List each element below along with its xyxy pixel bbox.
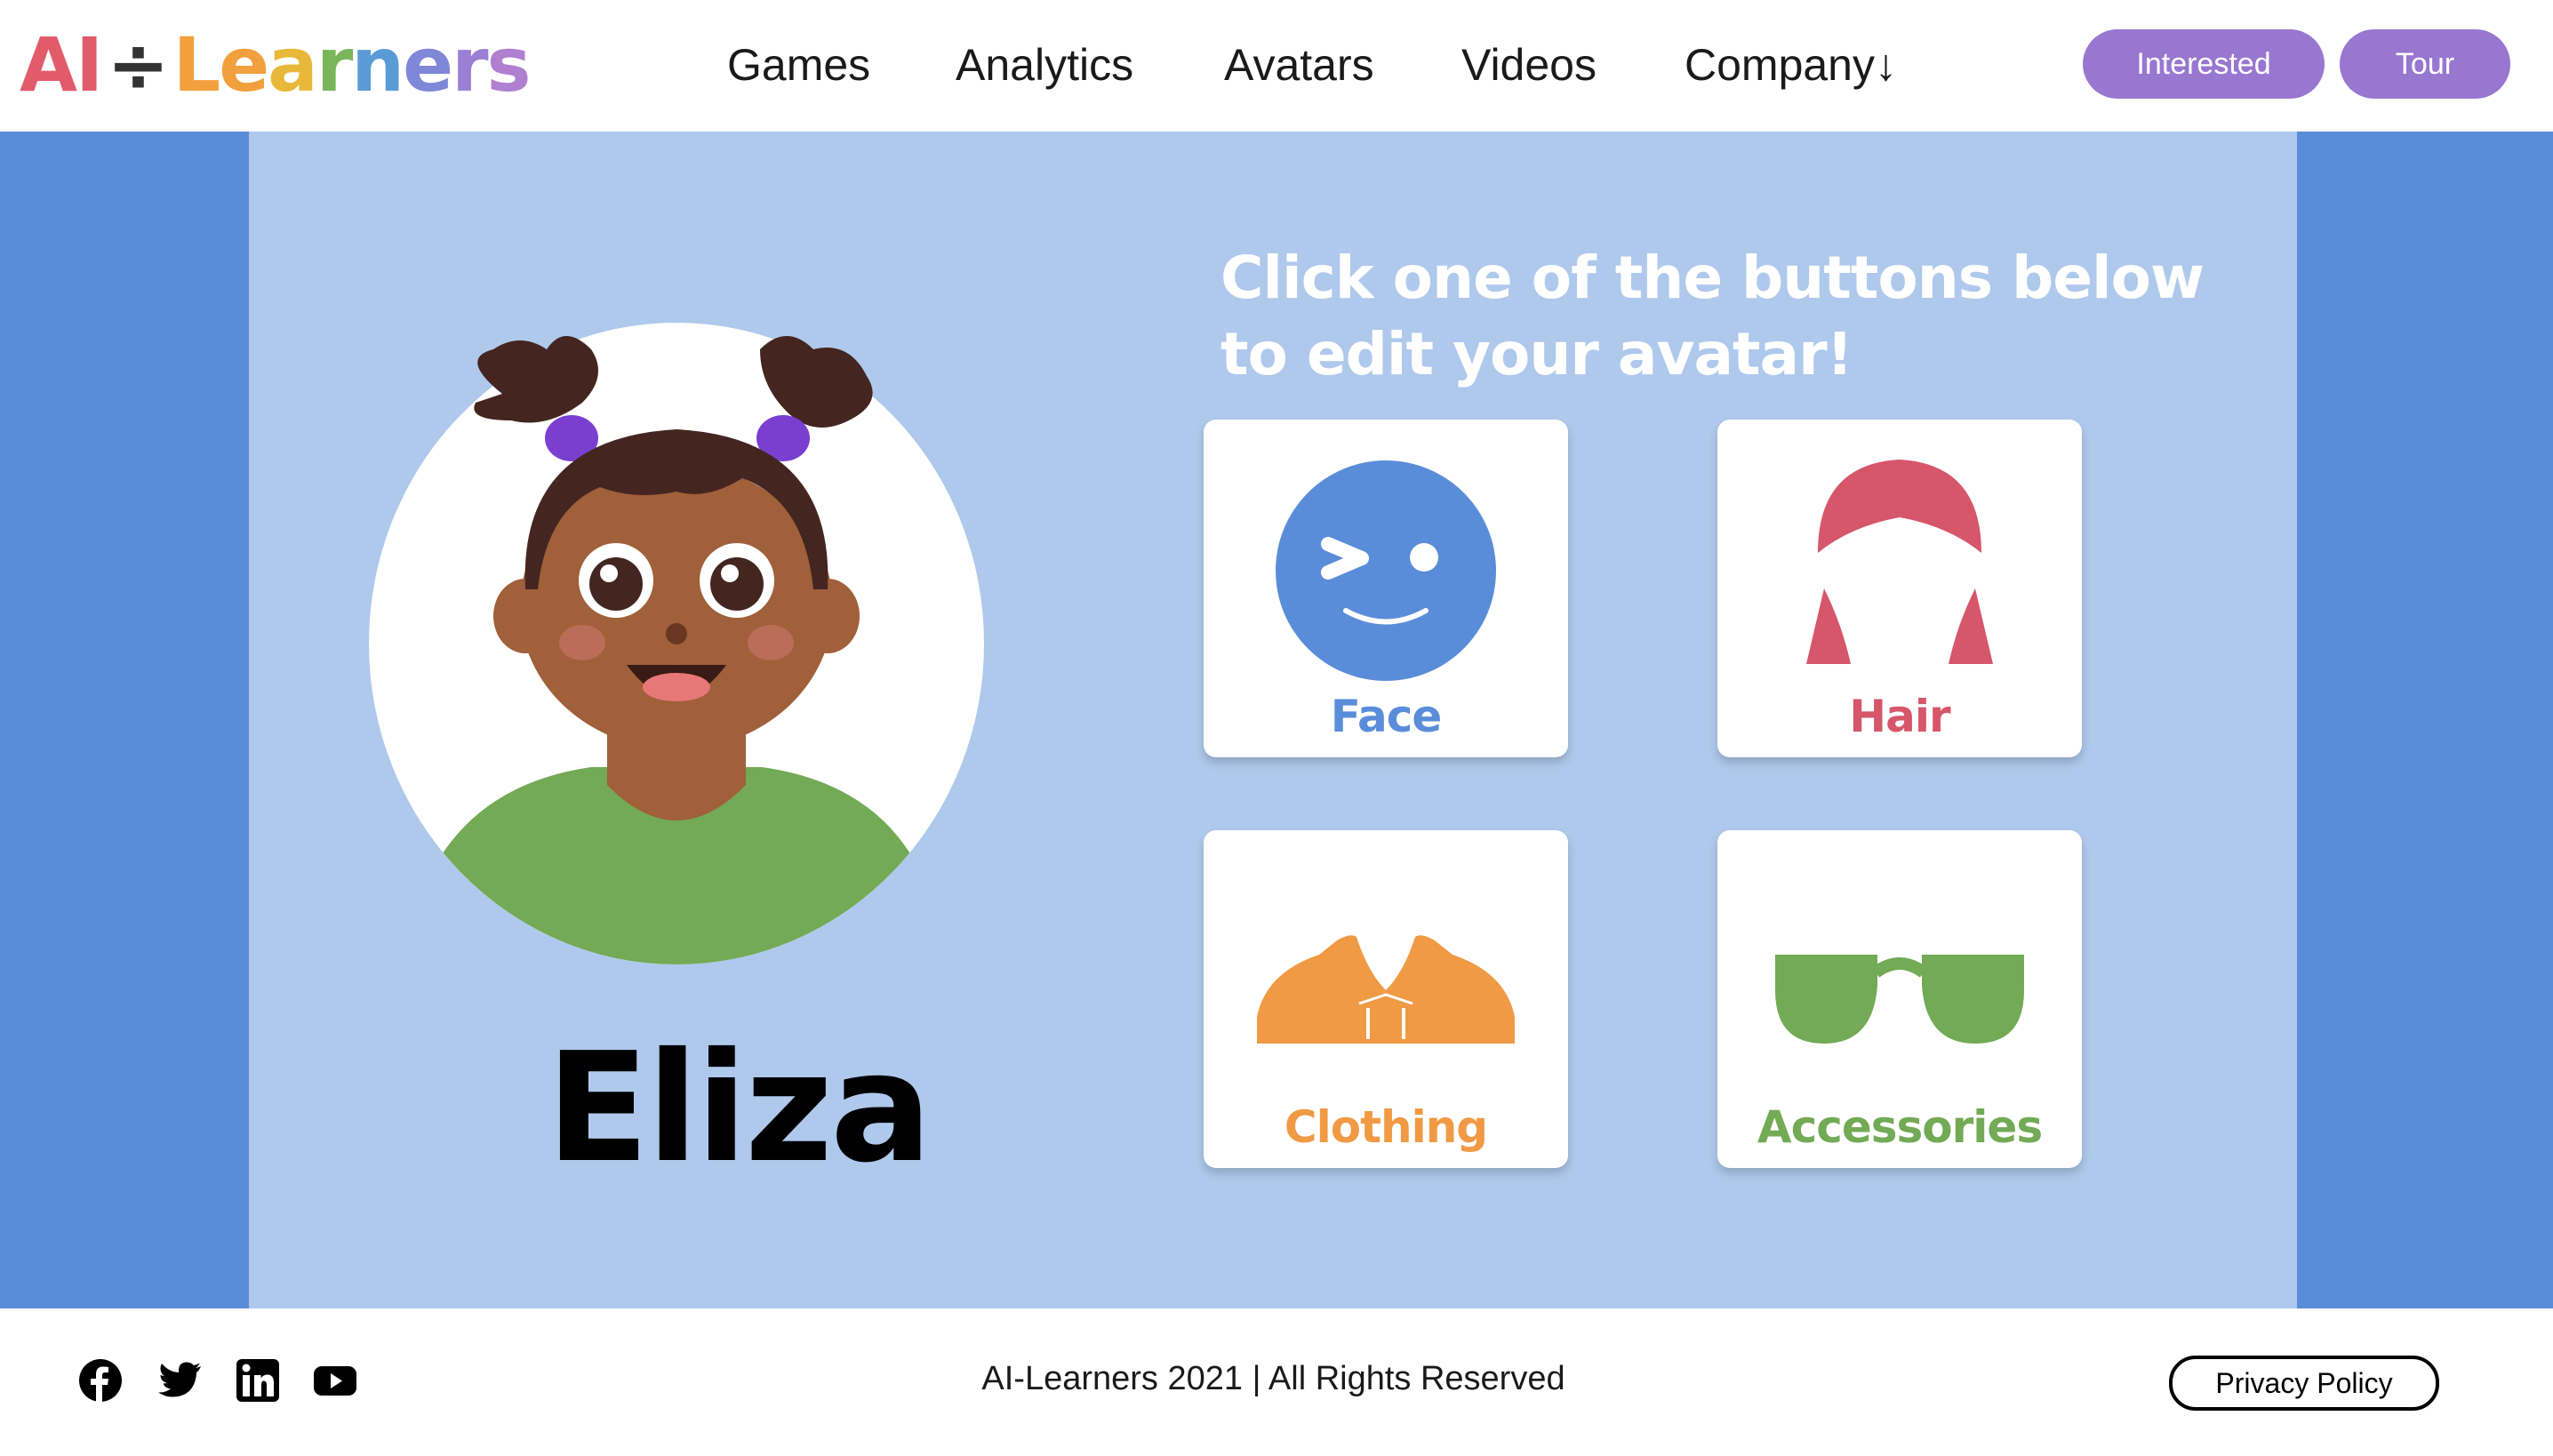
logo-part: r [316,21,353,108]
hair-icon [1806,460,1993,664]
clothing-button[interactable]: Clothing [1204,830,1568,1168]
hair-button[interactable]: Hair [1717,420,2082,757]
twitter-icon[interactable] [158,1358,203,1403]
tour-button[interactable]: Tour [2340,29,2510,99]
youtube-icon[interactable] [313,1358,357,1403]
nav-games[interactable]: Games [727,34,870,96]
clothing-icon [1257,935,1515,1044]
instructions-line-2: to edit your avatar! [1220,320,1853,388]
face-icon [1276,460,1496,681]
interested-button[interactable]: Interested [2083,29,2325,99]
logo-part: AI [20,21,103,108]
logo-part: L [172,21,221,108]
logo-part: a [268,21,318,108]
avatar-name: Eliza [546,1020,932,1196]
copyright-text: AI-Learners 2021 | All Rights Reserved [981,1360,1565,1397]
nav-company-dropdown[interactable]: Company↓ [1685,34,1897,96]
avatar-illustration [369,323,984,964]
sunglasses-icon [1775,955,2024,1044]
edit-instructions: Click one of the buttons below to edit y… [1220,240,2243,393]
logo-part: e [403,21,453,108]
nav-analytics[interactable]: Analytics [956,34,1133,96]
hair-label: Hair [1849,691,1950,742]
face-button[interactable]: Face [1204,420,1568,757]
facebook-icon[interactable] [78,1358,123,1403]
logo-part: ÷ [107,21,169,108]
logo-part: r [452,21,488,108]
logo-part: s [486,21,532,108]
ai-learners-logo[interactable]: AI ÷ L e a r n e r s [20,16,532,114]
accessories-label: Accessories [1757,1101,2043,1153]
avatar-editor-panel: Eliza Click one of the buttons below to … [249,132,2297,1308]
main-section: Eliza Click one of the buttons below to … [0,132,2553,1308]
accessories-button[interactable]: Accessories [1717,830,2082,1168]
nav-videos[interactable]: Videos [1461,34,1597,96]
instructions-line-1: Click one of the buttons below [1220,244,2205,312]
logo-part: n [351,21,404,108]
clothing-label: Clothing [1284,1101,1488,1153]
face-label: Face [1330,691,1443,742]
logo-part: e [219,21,269,108]
site-header: AI ÷ L e a r n e r s Games Analytics Ava… [0,0,2553,132]
linkedin-icon[interactable] [236,1358,280,1403]
privacy-policy-button[interactable]: Privacy Policy [2169,1356,2439,1411]
nav-avatars[interactable]: Avatars [1224,34,1374,96]
